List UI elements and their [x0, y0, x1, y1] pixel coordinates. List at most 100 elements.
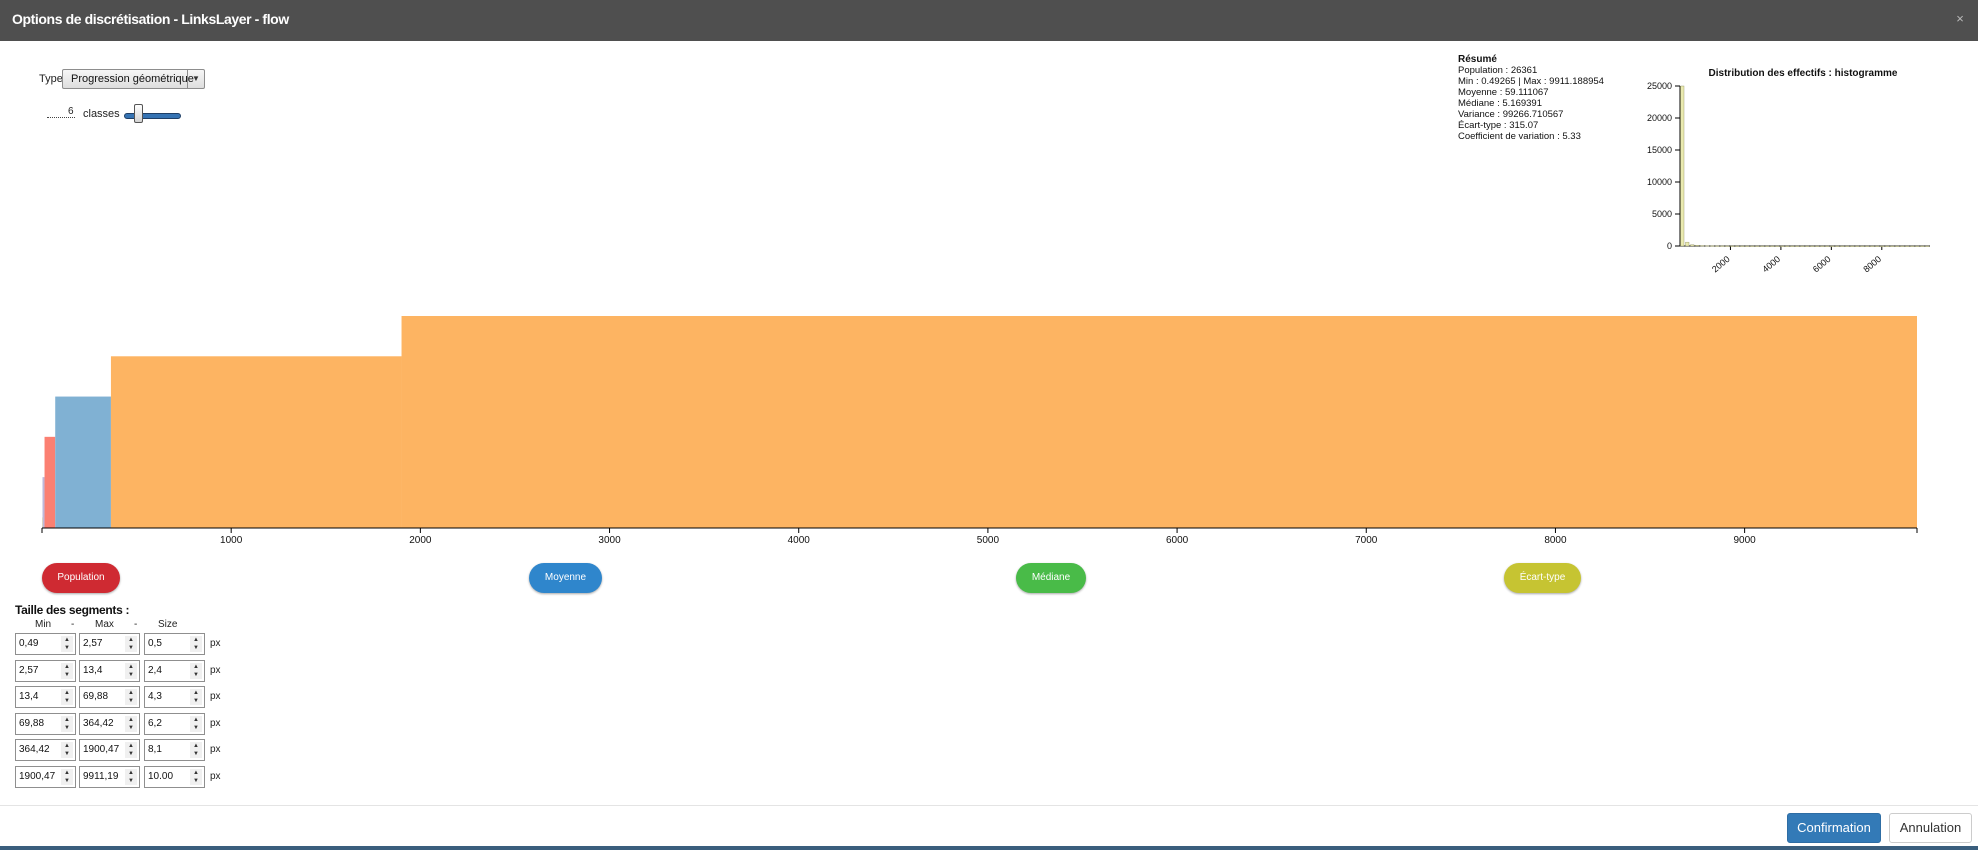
spinner-arrows[interactable]: ▲ ▼	[61, 689, 73, 706]
confirm-button[interactable]: Confirmation	[1787, 813, 1881, 843]
segment-min-input[interactable]: 364,42 ▲ ▼	[15, 739, 76, 762]
spinner-down-icon[interactable]: ▼	[125, 670, 137, 679]
spinner-arrows[interactable]: ▲ ▼	[190, 742, 202, 759]
spinner-arrows[interactable]: ▲ ▼	[190, 715, 202, 732]
spinner-arrows[interactable]: ▲ ▼	[61, 769, 73, 785]
histogram-bar	[1905, 245, 1910, 247]
population-button[interactable]: Population	[42, 563, 120, 593]
spinner-arrows[interactable]: ▲ ▼	[190, 769, 202, 785]
unit-label: px	[210, 744, 221, 756]
spinner-arrows[interactable]: ▲ ▼	[125, 636, 137, 652]
segment-max-input[interactable]: 364,42 ▲ ▼	[79, 712, 140, 735]
segment-size-input[interactable]: 0,5 ▲ ▼	[144, 633, 205, 655]
segment-size-input[interactable]: 2,4 ▲ ▼	[144, 659, 205, 682]
spinner-down-icon[interactable]: ▼	[61, 777, 73, 785]
segment-min-input[interactable]: 69,88 ▲ ▼	[15, 712, 76, 735]
spinner-down-icon[interactable]: ▼	[125, 723, 137, 732]
mean-button[interactable]: Moyenne	[529, 563, 602, 593]
histogram-bar	[1680, 85, 1685, 247]
class-slider-thumb[interactable]	[134, 104, 144, 123]
histogram-bar	[1690, 244, 1695, 247]
type-select[interactable]: Progression géométrique ▼	[62, 69, 205, 89]
spinner-up-icon[interactable]: ▲	[190, 715, 202, 724]
spinner-arrows[interactable]: ▲ ▼	[125, 715, 137, 732]
segment-size-value: 10.00	[148, 771, 174, 782]
spinner-down-icon[interactable]: ▼	[190, 644, 202, 652]
segment-min-input[interactable]: 13,4 ▲ ▼	[15, 686, 76, 709]
spinner-down-icon[interactable]: ▼	[61, 750, 73, 759]
spinner-up-icon[interactable]: ▲	[190, 662, 202, 671]
spinner-down-icon[interactable]: ▼	[61, 670, 73, 679]
spinner-up-icon[interactable]: ▲	[61, 662, 73, 671]
spinner-arrows[interactable]: ▲ ▼	[190, 689, 202, 706]
spinner-down-icon[interactable]: ▼	[125, 777, 137, 785]
spinner-up-icon[interactable]: ▲	[125, 769, 137, 777]
spinner-up-icon[interactable]: ▲	[61, 769, 73, 777]
spinner-arrows[interactable]: ▲ ▼	[190, 662, 202, 679]
spinner-down-icon[interactable]: ▼	[125, 750, 137, 759]
segment-max-input[interactable]: 2,57 ▲ ▼	[79, 633, 140, 655]
segment-size-input[interactable]: 10.00 ▲ ▼	[144, 766, 205, 788]
spinner-down-icon[interactable]: ▼	[190, 697, 202, 706]
spinner-up-icon[interactable]: ▲	[61, 689, 73, 698]
spinner-up-icon[interactable]: ▲	[190, 636, 202, 644]
histogram-bar	[1860, 245, 1865, 247]
col-min-header: Min	[35, 619, 52, 630]
spinner-down-icon[interactable]: ▼	[190, 670, 202, 679]
segment-size-input[interactable]: 4,3 ▲ ▼	[144, 686, 205, 709]
segment-min-input[interactable]: 1900,47 ▲ ▼	[15, 766, 76, 788]
spinner-down-icon[interactable]: ▼	[190, 723, 202, 732]
segment-min-input[interactable]: 2,57 ▲ ▼	[15, 659, 76, 682]
segment-size-input[interactable]: 8,1 ▲ ▼	[144, 739, 205, 762]
spinner-up-icon[interactable]: ▲	[190, 742, 202, 751]
spinner-up-icon[interactable]: ▲	[61, 636, 73, 644]
x-tick-label: 2000	[409, 535, 432, 546]
spinner-up-icon[interactable]: ▲	[125, 662, 137, 671]
nb-class-input[interactable]	[47, 117, 75, 118]
spinner-up-icon[interactable]: ▲	[190, 769, 202, 777]
spinner-arrows[interactable]: ▲ ▼	[125, 689, 137, 706]
segment-min-value: 13,4	[19, 691, 39, 703]
spinner-up-icon[interactable]: ▲	[125, 689, 137, 698]
histogram-bar	[1725, 245, 1730, 247]
close-icon[interactable]: ×	[1952, 11, 1968, 27]
segment-size-input[interactable]: 6,2 ▲ ▼	[144, 712, 205, 735]
segment-min-value: 364,42	[19, 744, 50, 756]
spinner-arrows[interactable]: ▲ ▼	[190, 636, 202, 652]
spinner-down-icon[interactable]: ▼	[61, 644, 73, 652]
spinner-down-icon[interactable]: ▼	[190, 777, 202, 785]
spinner-arrows[interactable]: ▲ ▼	[61, 662, 73, 679]
segment-max-input[interactable]: 9911,19 ▲ ▼	[79, 766, 140, 788]
stddev-button[interactable]: Écart-type	[1504, 563, 1581, 593]
segment-max-input[interactable]: 69,88 ▲ ▼	[79, 686, 140, 709]
spinner-up-icon[interactable]: ▲	[125, 715, 137, 724]
summary-variance: Variance : 99266.710567	[1458, 109, 1564, 120]
segment-max-input[interactable]: 13,4 ▲ ▼	[79, 659, 140, 682]
spinner-arrows[interactable]: ▲ ▼	[125, 742, 137, 759]
spinner-arrows[interactable]: ▲ ▼	[61, 715, 73, 732]
spinner-arrows[interactable]: ▲ ▼	[125, 769, 137, 785]
spinner-down-icon[interactable]: ▼	[61, 723, 73, 732]
spinner-down-icon[interactable]: ▼	[190, 750, 202, 759]
y-tick-label: 25000	[1647, 81, 1672, 91]
spinner-arrows[interactable]: ▲ ▼	[125, 662, 137, 679]
histogram-bar	[1890, 245, 1895, 247]
spinner-arrows[interactable]: ▲ ▼	[61, 742, 73, 759]
class-slider-track[interactable]	[124, 113, 181, 119]
col-separator: -	[134, 619, 138, 630]
spinner-down-icon[interactable]: ▼	[61, 697, 73, 706]
spinner-up-icon[interactable]: ▲	[61, 715, 73, 724]
segment-min-input[interactable]: 0,49 ▲ ▼	[15, 633, 76, 655]
histogram-bar	[1785, 245, 1790, 247]
spinner-down-icon[interactable]: ▼	[125, 644, 137, 652]
spinner-up-icon[interactable]: ▲	[125, 636, 137, 644]
spinner-up-icon[interactable]: ▲	[61, 742, 73, 751]
median-button[interactable]: Médiane	[1016, 563, 1086, 593]
cancel-button[interactable]: Annulation	[1889, 813, 1972, 843]
spinner-down-icon[interactable]: ▼	[125, 697, 137, 706]
spinner-up-icon[interactable]: ▲	[125, 742, 137, 751]
y-tick-label: 10000	[1647, 177, 1672, 187]
spinner-arrows[interactable]: ▲ ▼	[61, 636, 73, 652]
spinner-up-icon[interactable]: ▲	[190, 689, 202, 698]
segment-max-input[interactable]: 1900,47 ▲ ▼	[79, 739, 140, 762]
